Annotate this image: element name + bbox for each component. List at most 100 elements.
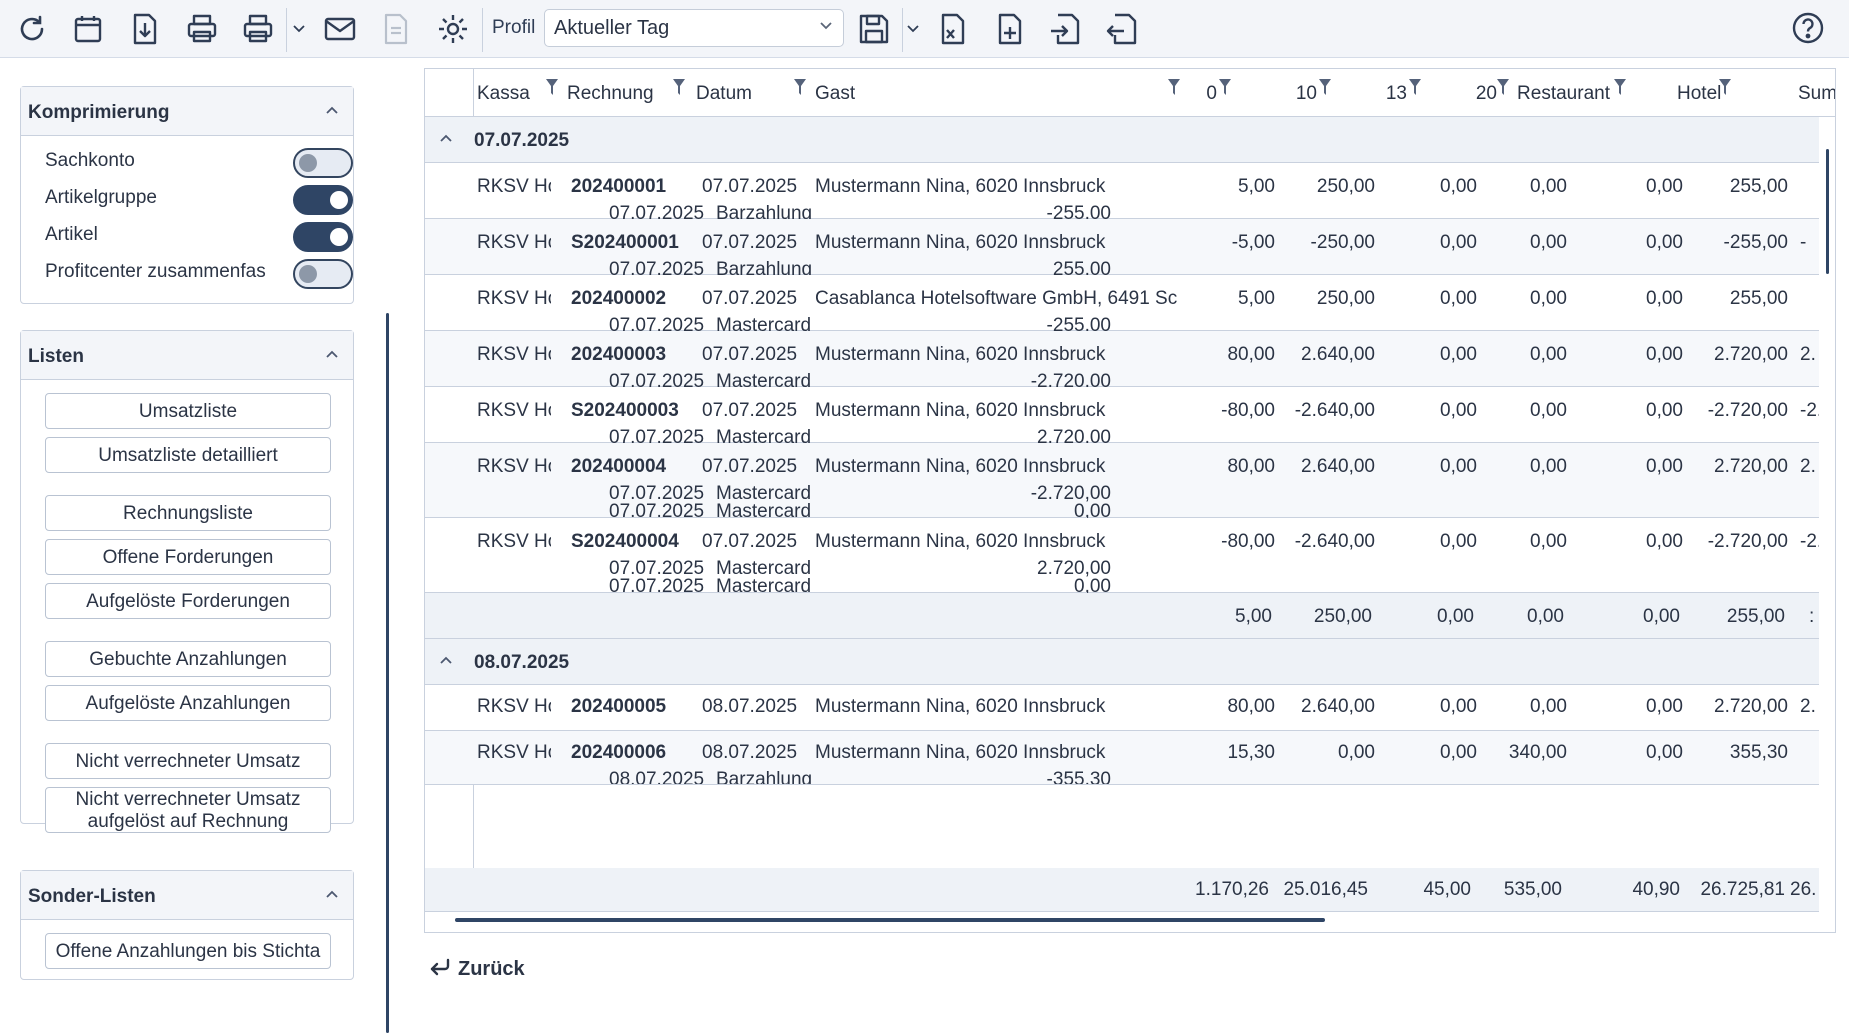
save-icon[interactable] (852, 7, 896, 51)
column-header-restaurant[interactable]: Restaurant (1500, 83, 1610, 105)
column-header-summe[interactable]: Sumr (1798, 83, 1835, 105)
table-row[interactable]: RKSV Hot 202400003 07.07.2025 Mustermann… (425, 331, 1819, 392)
chevron-down-icon[interactable] (290, 17, 308, 41)
sonder-listen-title: Sonder-Listen (28, 886, 156, 907)
cell-13: 0,00 (1440, 176, 1477, 197)
chevron-up-icon[interactable] (439, 127, 453, 148)
cell-0: 5,00 (1238, 288, 1275, 309)
export-icon[interactable] (1100, 7, 1144, 51)
print-options-icon[interactable] (236, 7, 280, 51)
download-icon[interactable] (123, 7, 167, 51)
column-header-kassa[interactable]: Kassa (477, 83, 530, 105)
table-row[interactable]: RKSV Hot 202400004 07.07.2025 Mustermann… (425, 443, 1819, 522)
chevron-down-icon[interactable] (904, 17, 922, 41)
filter-icon[interactable] (546, 79, 558, 95)
sonder-listen-panel: Sonder-Listen Offene Anzahlungen bis Sti… (20, 870, 354, 980)
chevron-up-icon[interactable] (325, 99, 339, 120)
komprimierung-title: Komprimierung (28, 102, 170, 123)
settings-icon[interactable] (431, 7, 475, 51)
filter-icon[interactable] (1719, 79, 1731, 95)
cell-13: 0,00 (1440, 400, 1477, 421)
subtotal-20: 0,00 (1527, 606, 1564, 627)
filter-icon[interactable] (1614, 79, 1626, 95)
sonder-listen-header[interactable]: Sonder-Listen (21, 871, 353, 920)
cell-kassa: RKSV Hot (477, 696, 551, 717)
filter-icon[interactable] (794, 79, 806, 95)
back-button[interactable]: Zurück (428, 956, 525, 982)
cell-rechnung: 202400003 (571, 344, 667, 365)
profil-select[interactable]: Aktueller Tag (544, 9, 844, 47)
aufgeloeste-anzahlungen-button[interactable]: Aufgelöste Anzahlungen (45, 685, 331, 721)
column-header-13[interactable]: 13 (1335, 83, 1407, 105)
filter-icon[interactable] (1409, 79, 1421, 95)
export-excel-icon[interactable] (930, 7, 974, 51)
filter-icon[interactable] (1219, 79, 1231, 95)
cell-0: -5,00 (1231, 232, 1275, 253)
left-panel: Komprimierung Sachkonto Artikelgruppe Ar… (0, 58, 398, 1033)
cell-restaurant: 0,00 (1646, 288, 1683, 309)
cell-summe: 2. (1800, 456, 1816, 477)
column-header-rechnung[interactable]: Rechnung (567, 83, 654, 105)
help-icon[interactable] (1790, 10, 1826, 46)
aufgeloeste-forderungen-button[interactable]: Aufgelöste Forderungen (45, 583, 331, 619)
chevron-up-icon[interactable] (325, 343, 339, 364)
option-label: Sachkonto (45, 150, 135, 171)
refresh-icon[interactable] (10, 7, 54, 51)
add-document-icon[interactable] (987, 7, 1031, 51)
vertical-scrollbar[interactable] (1826, 149, 1829, 274)
table-row[interactable]: RKSV Hot 202400006 08.07.2025 Mustermann… (425, 731, 1819, 785)
column-header-20[interactable]: 20 (1425, 83, 1497, 105)
cell-hotel: 2.720,00 (1714, 696, 1788, 717)
cell-rechnung: 202400001 (571, 176, 667, 197)
column-header-10[interactable]: 10 (1235, 83, 1317, 105)
column-header-0[interactable]: 0 (1165, 83, 1217, 105)
gebuchte-anzahlungen-button[interactable]: Gebuchte Anzahlungen (45, 641, 331, 677)
cell-hotel: -2.720,00 (1707, 531, 1788, 552)
cell-10: -2.640,00 (1294, 531, 1375, 552)
filter-icon[interactable] (673, 79, 685, 95)
group-row[interactable]: 07.07.2025 (425, 117, 1819, 163)
calendar-icon[interactable] (66, 7, 110, 51)
import-icon[interactable] (1043, 7, 1087, 51)
option-label: Profitcenter zusammenfas (45, 261, 266, 282)
print-icon[interactable] (180, 7, 224, 51)
nicht-verrechneter-umsatz-button[interactable]: Nicht verrechneter Umsatz (45, 743, 331, 779)
artikelgruppe-toggle[interactable] (293, 185, 353, 215)
komprimierung-header[interactable]: Komprimierung (21, 87, 353, 136)
group-date: 08.07.2025 (474, 652, 570, 673)
nicht-verrechneter-umsatz-aufgeloest-button[interactable]: Nicht verrechneter Umsatz aufgelöst auf … (45, 787, 331, 833)
horizontal-scrollbar[interactable] (455, 918, 1325, 922)
listen-header[interactable]: Listen (21, 331, 353, 380)
artikel-toggle[interactable] (293, 222, 353, 252)
chevron-up-icon[interactable] (325, 883, 339, 904)
option-profitcenter: Profitcenter zusammenfas (45, 258, 353, 289)
rechnungsliste-button[interactable]: Rechnungsliste (45, 495, 331, 531)
offene-forderungen-button[interactable]: Offene Forderungen (45, 539, 331, 575)
group-row[interactable]: 08.07.2025 (425, 639, 1819, 685)
cell-datum: 07.07.2025 (702, 400, 798, 421)
table-row[interactable]: RKSV Hot 202400001 07.07.2025 Mustermann… (425, 163, 1819, 224)
table-row[interactable]: RKSV Hot S202400003 07.07.2025 Musterman… (425, 387, 1819, 448)
column-header-datum[interactable]: Datum (696, 83, 752, 105)
table-row[interactable]: RKSV Hot 202400005 08.07.2025 Mustermann… (425, 685, 1819, 731)
umsatzliste-button[interactable]: Umsatzliste (45, 393, 331, 429)
profitcenter-toggle[interactable] (293, 259, 353, 289)
table-row[interactable]: RKSV Hot S202400004 07.07.2025 Musterman… (425, 518, 1819, 597)
option-label: Artikel (45, 224, 98, 245)
cell-13: 0,00 (1440, 344, 1477, 365)
cell-hotel: 2.720,00 (1714, 456, 1788, 477)
cell-10: 0,00 (1338, 742, 1375, 763)
chevron-up-icon[interactable] (439, 649, 453, 670)
cell-hotel: 255,00 (1729, 288, 1788, 309)
sidebar-scrollbar[interactable] (386, 313, 389, 1033)
sachkonto-toggle[interactable] (293, 148, 353, 178)
column-header-hotel[interactable]: Hotel (1677, 83, 1721, 105)
cell-datum: 07.07.2025 (702, 232, 798, 253)
offene-anzahlungen-button[interactable]: Offene Anzahlungen bis Stichta (45, 933, 331, 969)
mail-icon[interactable] (318, 7, 362, 51)
umsatzliste-detailliert-button[interactable]: Umsatzliste detailliert (45, 437, 331, 473)
table-row[interactable]: RKSV Hot S202400001 07.07.2025 Musterman… (425, 219, 1819, 280)
column-header-gast[interactable]: Gast (815, 83, 855, 105)
filter-icon[interactable] (1319, 79, 1331, 95)
table-row[interactable]: RKSV Hot 202400002 07.07.2025 Casablanca… (425, 275, 1819, 336)
